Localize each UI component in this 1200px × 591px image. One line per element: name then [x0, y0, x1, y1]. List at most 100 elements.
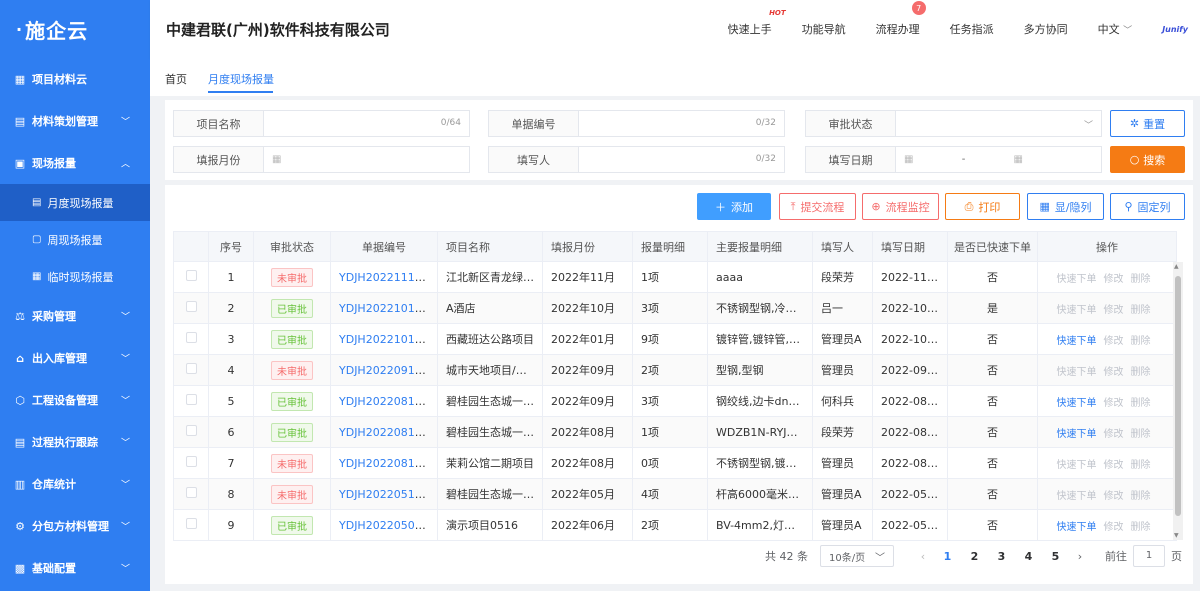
- doc-number-link[interactable]: YDJH2022081084: [339, 395, 436, 408]
- next-page-icon[interactable]: ›: [1069, 550, 1091, 563]
- quick-order-link[interactable]: 快速下单: [1057, 274, 1097, 285]
- page-size-select[interactable]: 10条/页 ﹀: [820, 545, 894, 567]
- table-row[interactable]: 5 已审批 YDJH2022081084 碧桂园生态城一… 2022年09月 3项 钢绞线,…: [173, 385, 1177, 417]
- row-checkbox[interactable]: [185, 363, 197, 374]
- page-2[interactable]: 2: [961, 550, 988, 563]
- add-button[interactable]: ＋ 添加: [697, 193, 771, 220]
- table-row[interactable]: 3 已审批 YDJH2022101145 西藏班达公路项目 2022年01月 9项 镀锌管,…: [173, 323, 1177, 355]
- doc-number-link[interactable]: YDJH2022091140: [339, 364, 436, 377]
- sidebar-subitem-monthly-report[interactable]: ▤ 月度现场报量: [0, 184, 150, 221]
- quick-order-link[interactable]: 快速下单: [1057, 336, 1097, 347]
- delete-link[interactable]: 删除: [1131, 460, 1151, 471]
- approval-status-select[interactable]: ﹀: [896, 111, 1101, 136]
- table-row[interactable]: 4 未审批 YDJH2022091140 城市天地项目/精… 2022年09月 2项 型钢,…: [173, 354, 1177, 386]
- quick-order-link[interactable]: 快速下单: [1057, 305, 1097, 316]
- sidebar-subitem-temp-report[interactable]: ▦ 临时现场报量: [0, 258, 150, 295]
- edit-link[interactable]: 修改: [1104, 398, 1124, 409]
- quick-order-link[interactable]: 快速下单: [1057, 367, 1097, 378]
- prev-page-icon[interactable]: ‹: [912, 550, 934, 563]
- row-checkbox[interactable]: [185, 270, 197, 281]
- goto-page-input[interactable]: 1: [1133, 545, 1165, 567]
- page-4[interactable]: 4: [1015, 550, 1042, 563]
- quick-order-link[interactable]: 快速下单: [1057, 460, 1097, 471]
- delete-link[interactable]: 删除: [1131, 367, 1151, 378]
- doc-number-link[interactable]: YDJH2022081073: [339, 426, 436, 439]
- delete-link[interactable]: 删除: [1131, 336, 1151, 347]
- nav-task-assign[interactable]: 任务指派: [950, 21, 994, 37]
- table-row[interactable]: 1 未审批 YDJH2022111187 江北新区青龙绿… 2022年11月 1项 aaaa…: [173, 261, 1177, 293]
- search-button[interactable]: ○ 搜索: [1110, 146, 1185, 173]
- doc-no-input[interactable]: 0/32: [579, 111, 784, 136]
- page-5[interactable]: 5: [1042, 550, 1069, 563]
- table-row[interactable]: 9 已审批 YDJH2022050986 演示项目0516 2022年06月 2项 BV-4…: [173, 509, 1177, 541]
- sidebar-subitem-weekly-report[interactable]: ▢ 周现场报量: [0, 221, 150, 258]
- nav-collaboration[interactable]: 多方协同: [1024, 21, 1068, 37]
- edit-link[interactable]: 修改: [1104, 336, 1124, 347]
- process-monitor-button[interactable]: ⊕ 流程监控: [862, 193, 939, 220]
- sidebar-item-warehouse[interactable]: ⌂ 出入库管理 ﹀: [0, 337, 150, 379]
- sidebar-item-project-material-cloud[interactable]: ▦ 项目材料云: [0, 58, 150, 100]
- sidebar-item-equipment[interactable]: ⬡ 工程设备管理 ﹀: [0, 379, 150, 421]
- fixed-columns-button[interactable]: ⚲ 固定列: [1110, 193, 1185, 220]
- project-name-input[interactable]: 0/64: [264, 111, 469, 136]
- table-row[interactable]: 8 未审批 YDJH2022051004 碧桂园生态城一… 2022年05月 4项 杆高60…: [173, 478, 1177, 510]
- row-checkbox[interactable]: [185, 332, 197, 343]
- row-checkbox[interactable]: [185, 394, 197, 405]
- doc-number-link[interactable]: YDJH2022101158: [339, 302, 436, 315]
- filler-input[interactable]: 0/32: [579, 147, 784, 172]
- sidebar-item-config[interactable]: ▩ 基础配置 ﹀: [0, 547, 150, 589]
- table-row[interactable]: 6 已审批 YDJH2022081073 碧桂园生态城一… 2022年08月 1项 WDZB…: [173, 416, 1177, 448]
- nav-quick-start[interactable]: 快速上手 HOT: [728, 9, 786, 37]
- app-logo[interactable]: · 施企云: [0, 0, 150, 58]
- quick-order-link[interactable]: 快速下单: [1057, 398, 1097, 409]
- edit-link[interactable]: 修改: [1104, 460, 1124, 471]
- delete-link[interactable]: 删除: [1131, 429, 1151, 440]
- reset-button[interactable]: ✲ 重置: [1110, 110, 1185, 137]
- doc-number-link[interactable]: YDJH2022081071: [339, 457, 436, 470]
- row-checkbox[interactable]: [185, 487, 197, 498]
- sidebar-item-subcontract[interactable]: ⚙ 分包方材料管理 ﹀: [0, 505, 150, 547]
- scroll-down-icon[interactable]: ▼: [1174, 532, 1179, 539]
- sidebar-item-material-planning[interactable]: ▤ 材料策划管理 ﹀: [0, 100, 150, 142]
- sidebar-item-warehouse-stats[interactable]: ▥ 仓库统计 ﹀: [0, 463, 150, 505]
- page-1[interactable]: 1: [934, 550, 961, 563]
- page-3[interactable]: 3: [988, 550, 1015, 563]
- delete-link[interactable]: 删除: [1131, 305, 1151, 316]
- nav-process[interactable]: 流程办理 7: [876, 1, 926, 37]
- sidebar-item-purchase[interactable]: ⚖ 采购管理 ﹀: [0, 295, 150, 337]
- quick-order-link[interactable]: 快速下单: [1057, 429, 1097, 440]
- table-row[interactable]: 2 已审批 YDJH2022101158 A酒店 2022年10月 3项 不锈钢型钢,冷拉……: [173, 292, 1177, 324]
- nav-function-guide[interactable]: 功能导航: [802, 21, 846, 37]
- fill-date-range[interactable]: ▦ - ▦: [896, 147, 1101, 172]
- language-select[interactable]: 中文 ﹀: [1098, 21, 1133, 37]
- delete-link[interactable]: 删除: [1131, 398, 1151, 409]
- sidebar-item-process-tracking[interactable]: ▤ 过程执行跟踪 ﹀: [0, 421, 150, 463]
- quick-order-link[interactable]: 快速下单: [1057, 491, 1097, 502]
- delete-link[interactable]: 删除: [1131, 491, 1151, 502]
- tab-monthly-report[interactable]: 月度现场报量: [208, 71, 274, 87]
- edit-link[interactable]: 修改: [1104, 429, 1124, 440]
- edit-link[interactable]: 修改: [1104, 305, 1124, 316]
- tab-home[interactable]: 首页: [165, 71, 187, 87]
- delete-link[interactable]: 删除: [1131, 522, 1151, 533]
- scroll-up-icon[interactable]: ▲: [1174, 263, 1179, 270]
- doc-number-link[interactable]: YDJH2022050986: [339, 519, 436, 532]
- doc-number-link[interactable]: YDJH2022101145: [339, 333, 436, 346]
- delete-link[interactable]: 删除: [1131, 274, 1151, 285]
- row-checkbox[interactable]: [185, 301, 197, 312]
- edit-link[interactable]: 修改: [1104, 274, 1124, 285]
- sidebar-item-site-report[interactable]: ▣ 现场报量 ︿: [0, 142, 150, 184]
- scroll-thumb[interactable]: [1175, 276, 1181, 516]
- report-month-picker[interactable]: ▦: [264, 147, 469, 172]
- edit-link[interactable]: 修改: [1104, 491, 1124, 502]
- submit-process-button[interactable]: ⤒ 提交流程: [779, 193, 856, 220]
- doc-number-link[interactable]: YDJH2022051004: [339, 488, 436, 501]
- edit-link[interactable]: 修改: [1104, 522, 1124, 533]
- row-checkbox[interactable]: [185, 425, 197, 436]
- print-button[interactable]: ⎙ 打印: [945, 193, 1020, 220]
- toggle-columns-button[interactable]: ▦ 显/隐列: [1027, 193, 1104, 220]
- quick-order-link[interactable]: 快速下单: [1057, 522, 1097, 533]
- doc-number-link[interactable]: YDJH2022111187: [339, 271, 436, 284]
- table-scrollbar[interactable]: ▲ ▼: [1173, 262, 1183, 540]
- edit-link[interactable]: 修改: [1104, 367, 1124, 378]
